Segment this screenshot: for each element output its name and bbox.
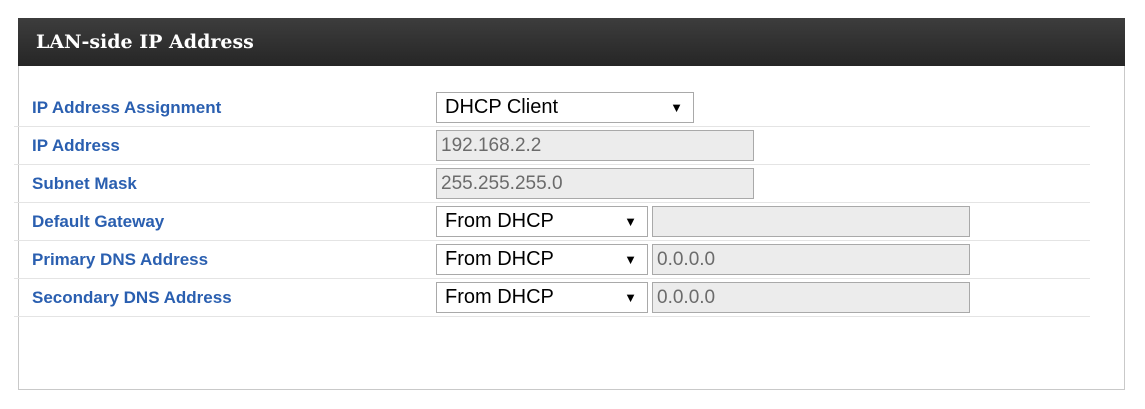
secondary-dns-label: Secondary DNS Address xyxy=(32,288,232,307)
default-gateway-select-value: From DHCP xyxy=(445,210,554,232)
panel-title: LAN-side IP Address xyxy=(18,18,1125,66)
primary-dns-select[interactable]: From DHCP ▼ xyxy=(436,244,648,275)
ip-address-assignment-value: DHCP Client xyxy=(445,96,558,118)
ip-address-assignment-label: IP Address Assignment xyxy=(32,98,222,117)
row-default-gateway: Default Gateway From DHCP ▼ xyxy=(14,203,1090,241)
row-primary-dns: Primary DNS Address From DHCP ▼ 0.0.0.0 xyxy=(14,241,1090,279)
row-secondary-dns: Secondary DNS Address From DHCP ▼ 0.0.0.… xyxy=(14,279,1090,317)
row-ip-address: IP Address 192.168.2.2 xyxy=(14,127,1090,165)
default-gateway-select[interactable]: From DHCP ▼ xyxy=(436,206,648,237)
dropdown-arrow-icon: ▼ xyxy=(624,214,637,229)
ip-address-input[interactable]: 192.168.2.2 xyxy=(436,130,754,161)
secondary-dns-select[interactable]: From DHCP ▼ xyxy=(436,282,648,313)
ip-address-label: IP Address xyxy=(32,136,120,155)
dropdown-arrow-icon: ▼ xyxy=(624,290,637,305)
settings-table: IP Address Assignment DHCP Client ▼ IP A… xyxy=(14,89,1090,317)
secondary-dns-input[interactable]: 0.0.0.0 xyxy=(652,282,970,313)
default-gateway-input[interactable] xyxy=(652,206,970,237)
default-gateway-label: Default Gateway xyxy=(32,212,165,231)
ip-address-assignment-select[interactable]: DHCP Client ▼ xyxy=(436,92,694,123)
primary-dns-select-value: From DHCP xyxy=(445,248,554,270)
row-subnet-mask: Subnet Mask 255.255.255.0 xyxy=(14,165,1090,203)
dropdown-arrow-icon: ▼ xyxy=(670,100,683,115)
primary-dns-label: Primary DNS Address xyxy=(32,250,209,269)
primary-dns-input[interactable]: 0.0.0.0 xyxy=(652,244,970,275)
dropdown-arrow-icon: ▼ xyxy=(624,252,637,267)
subnet-mask-input[interactable]: 255.255.255.0 xyxy=(436,168,754,199)
subnet-mask-label: Subnet Mask xyxy=(32,174,137,193)
row-ip-address-assignment: IP Address Assignment DHCP Client ▼ xyxy=(14,89,1090,127)
secondary-dns-select-value: From DHCP xyxy=(445,286,554,308)
